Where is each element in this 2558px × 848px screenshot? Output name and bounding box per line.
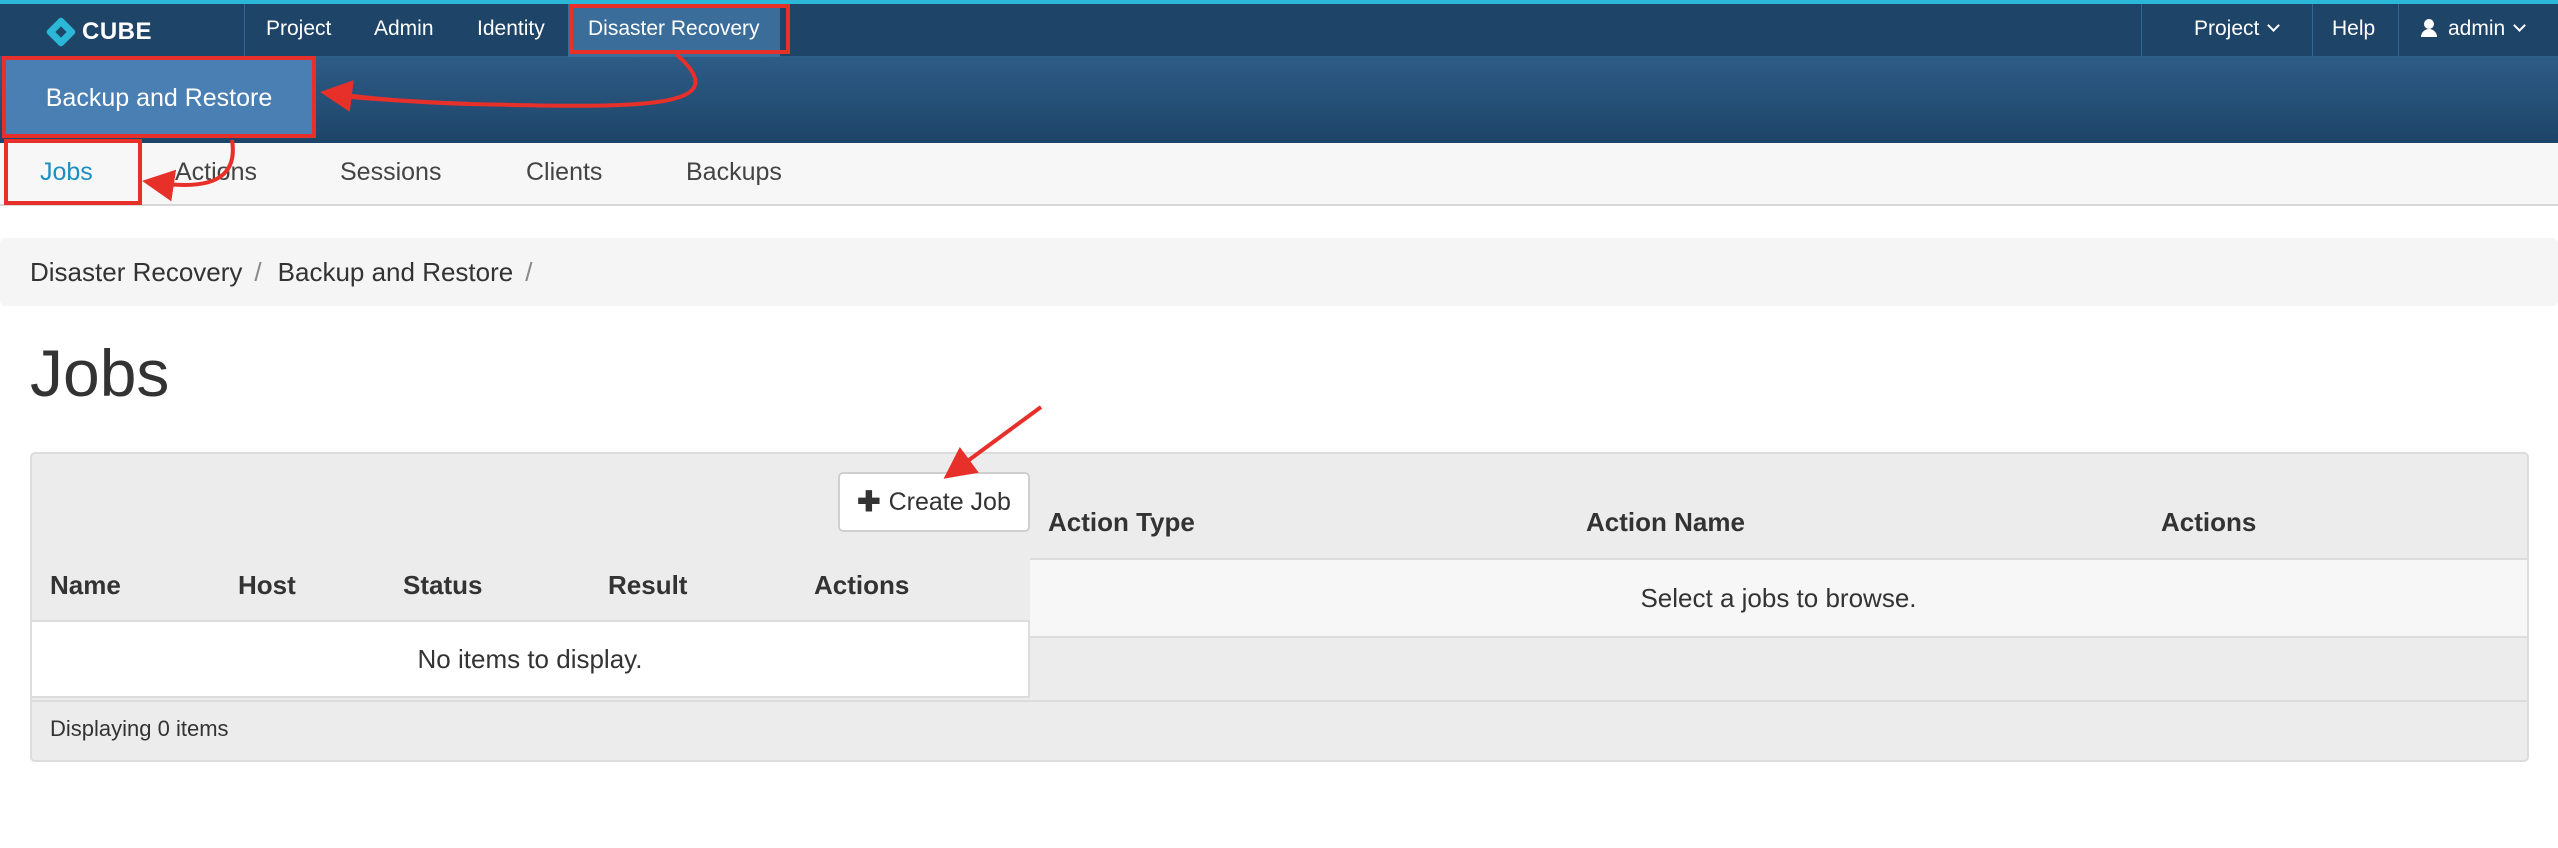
help-link[interactable]: Help [2332, 4, 2375, 57]
breadcrumb: Disaster Recovery / Backup and Restore / [0, 238, 2558, 306]
column-header-actions-right[interactable]: Actions [2161, 507, 2256, 538]
tab-clients[interactable]: Clients [526, 143, 602, 206]
column-header-action-type[interactable]: Action Type [1048, 507, 1195, 538]
column-header-result[interactable]: Result [608, 570, 687, 601]
tab-sessions[interactable]: Sessions [340, 143, 441, 206]
tab-backups[interactable]: Backups [686, 143, 782, 206]
annotation-box-backup-restore [2, 56, 316, 138]
user-menu[interactable]: admin [2420, 4, 2527, 57]
nav-project[interactable]: Project [266, 4, 331, 57]
user-label: admin [2448, 17, 2506, 40]
column-header-action-name[interactable]: Action Name [1586, 507, 1745, 538]
create-job-button[interactable]: ✚ Create Job [838, 472, 1030, 532]
annotation-box-jobs-tab [4, 139, 142, 205]
nav-identity[interactable]: Identity [477, 4, 545, 57]
actions-empty-row: Select a jobs to browse. [1030, 558, 2527, 638]
top-navbar: CUBE Project Admin Identity Disaster Rec… [0, 0, 2558, 57]
chevron-down-icon [2267, 19, 2281, 32]
chevron-down-icon [2513, 19, 2527, 32]
column-header-status[interactable]: Status [403, 570, 482, 601]
sub-navbar [0, 57, 2558, 143]
brand-logo[interactable]: CUBE [45, 12, 153, 52]
jobs-panel: ✚ Create Job Name Host Status Result Act… [30, 452, 2529, 762]
jobs-empty-row: No items to display. [32, 620, 1030, 698]
breadcrumb-backup-and-restore[interactable]: Backup and Restore [278, 257, 514, 288]
page-title: Jobs [30, 336, 170, 410]
tab-actions[interactable]: Actions [175, 143, 257, 206]
project-dropdown[interactable]: Project [2194, 4, 2281, 57]
breadcrumb-separator: / [525, 256, 533, 287]
column-header-actions[interactable]: Actions [814, 570, 909, 601]
create-job-label: Create Job [888, 487, 1011, 516]
column-header-host[interactable]: Host [238, 570, 296, 601]
column-header-name[interactable]: Name [50, 570, 121, 601]
user-icon [2420, 19, 2438, 37]
table-footer-divider [32, 700, 2527, 702]
cube-logo-icon [45, 16, 77, 48]
nav-admin[interactable]: Admin [374, 4, 434, 57]
breadcrumb-disaster-recovery[interactable]: Disaster Recovery [30, 257, 242, 288]
item-count: Displaying 0 items [50, 716, 229, 741]
project-dropdown-label: Project [2194, 17, 2260, 40]
section-tabs: Jobs Actions Sessions Clients Backups [0, 143, 2558, 206]
annotation-box-disaster-recovery [569, 4, 790, 54]
breadcrumb-separator: / [254, 256, 262, 287]
plus-icon: ✚ [857, 486, 881, 517]
brand-name: CUBE [82, 18, 153, 45]
